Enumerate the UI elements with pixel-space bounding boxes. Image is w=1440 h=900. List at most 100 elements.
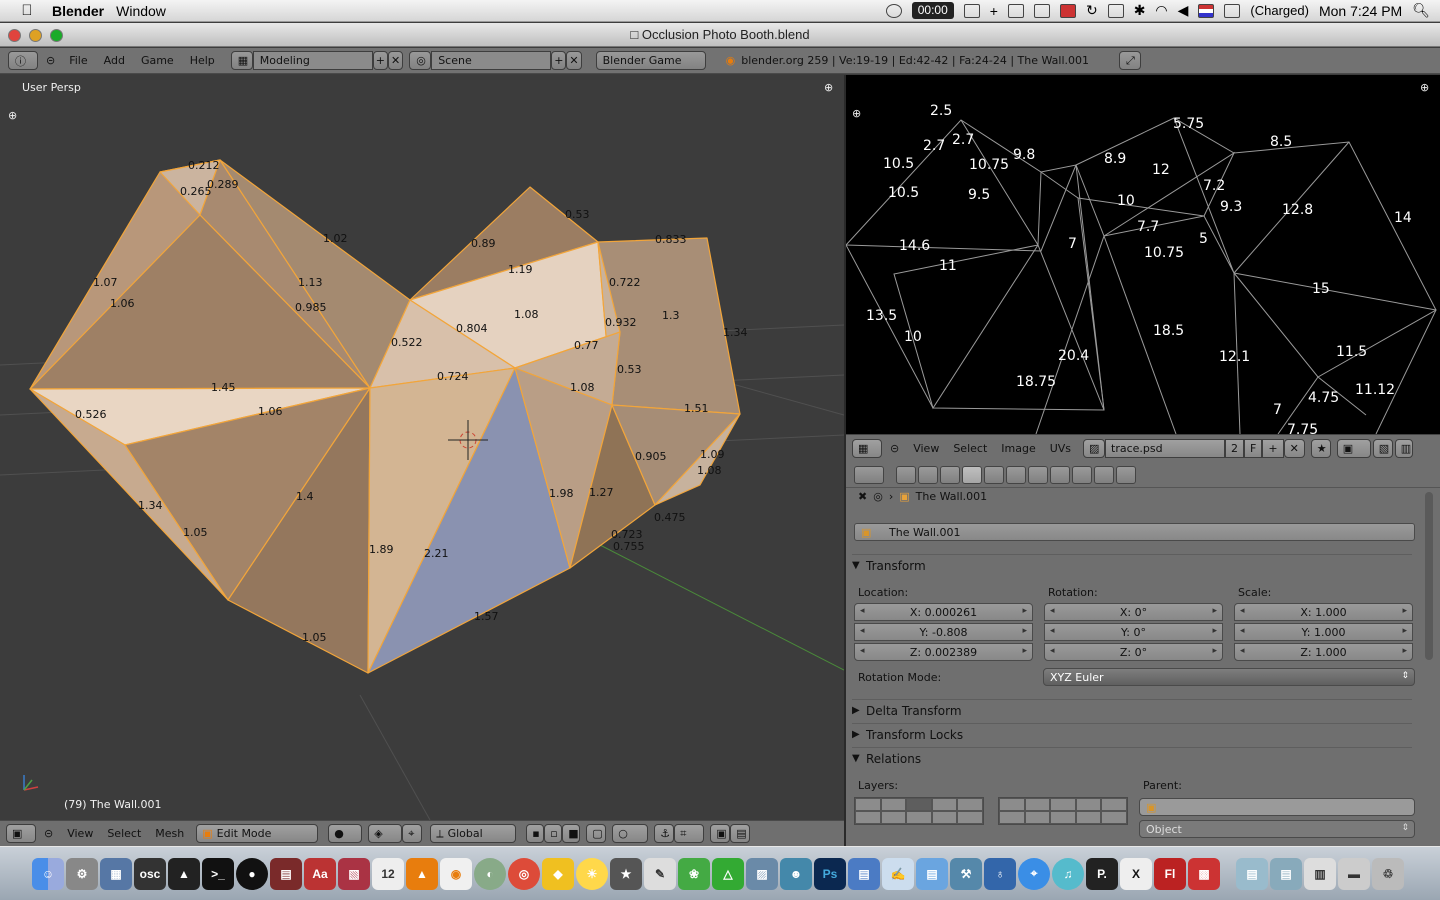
screen-layout-icon[interactable]: ▦ (230, 51, 253, 70)
fake-user-toggle[interactable]: F (1244, 439, 1263, 458)
finder-icon[interactable]: ☺ (32, 857, 64, 890)
applications-folder-icon[interactable]: ▤ (1270, 857, 1302, 890)
refresh-icon[interactable]: ↻ (1086, 2, 1098, 19)
bluetooth-icon[interactable]: ✱ (1134, 2, 1146, 19)
vertex-select-mode-icon[interactable]: ▪ (526, 824, 545, 843)
particles-tab-icon[interactable] (1094, 465, 1114, 484)
editor-type-properties-button[interactable] (854, 465, 884, 484)
render-engine-select[interactable]: Blender Game (595, 51, 706, 70)
image-name-field[interactable]: trace.psd (1105, 439, 1226, 458)
timer-display[interactable]: 00:00 (911, 2, 954, 19)
menu-view[interactable]: View (67, 827, 93, 840)
texture-tab-icon[interactable] (1072, 465, 1092, 484)
add-scene-button[interactable]: + (551, 51, 567, 70)
constraints-tab-icon[interactable] (984, 465, 1004, 484)
monitor-status-icon[interactable] (885, 3, 902, 18)
spotlight-search-icon[interactable]: 🔍︎ (1412, 2, 1430, 19)
pivot-point-select[interactable]: ◈ (368, 824, 403, 843)
osc-app-icon[interactable]: osc (134, 857, 166, 890)
menu-select[interactable]: Select (107, 827, 141, 840)
key-icon[interactable] (1007, 3, 1024, 18)
trash-icon[interactable]: ♲ (1372, 857, 1404, 890)
image-users-count[interactable]: 2 (1225, 439, 1245, 458)
weather-app-icon[interactable]: ☀ (576, 857, 608, 890)
instruments-icon[interactable]: △ (712, 857, 744, 890)
collapse-menu-icon[interactable]: ⊝ (46, 54, 55, 67)
screen-layout-field[interactable]: Modeling (252, 51, 373, 70)
scene-breadcrumb-icon[interactable]: ◎ (873, 490, 883, 503)
presentation-app-icon[interactable]: ▩ (1188, 857, 1220, 890)
menu-window[interactable]: Window (116, 3, 166, 19)
area-split-widget-icon[interactable]: ⊕ (1420, 81, 1429, 94)
calendar-icon[interactable]: 12 (372, 857, 404, 890)
render-opengl-icon[interactable]: ▣ (710, 824, 731, 843)
limit-selection-icon[interactable]: ▢ (586, 824, 607, 843)
object-name-field[interactable]: ▣ The Wall.001 (854, 523, 1415, 541)
fullscreen-toggle-icon[interactable]: ⤢ (1119, 51, 1142, 70)
green-app-icon[interactable]: ❀ (678, 857, 710, 890)
wifi-icon[interactable]: ◠ (1155, 2, 1167, 19)
data-tab-icon[interactable] (1028, 465, 1048, 484)
proportional-edit-select[interactable]: ○ (612, 824, 649, 843)
orientation-select[interactable]: ⟂ Global (430, 824, 517, 843)
battery-status[interactable]: (Charged) (1250, 3, 1309, 18)
editor-type-3d-button[interactable]: ▣ (6, 824, 36, 843)
remove-scene-button[interactable]: ✕ (566, 51, 582, 70)
add-icon[interactable]: + (990, 3, 998, 19)
film-app-icon[interactable]: ▤ (270, 857, 302, 890)
menu-file[interactable]: File (69, 54, 87, 67)
editor-type-image-button[interactable]: ▦ (852, 439, 882, 458)
inkscape-icon[interactable]: ▲ (168, 857, 200, 890)
folder-icon[interactable]: ▤ (916, 857, 948, 890)
menu-uvs[interactable]: UVs (1050, 442, 1071, 455)
material-tab-icon[interactable] (1050, 465, 1070, 484)
menu-view[interactable]: View (913, 442, 939, 455)
unlink-image-button[interactable]: ✕ (1283, 439, 1305, 458)
add-layout-button[interactable]: + (372, 51, 388, 70)
layers-grid-b[interactable] (998, 797, 1128, 825)
sync-uv-selection-icon[interactable]: ▧ (1372, 439, 1393, 458)
safari-icon[interactable]: ⌖ (1018, 857, 1050, 890)
layer-toggle[interactable] (1075, 811, 1102, 824)
area-split-widget-icon[interactable]: ⊕ (824, 81, 833, 94)
layer-toggle[interactable] (1075, 798, 1102, 811)
app-menu-blender[interactable]: Blender (52, 3, 104, 19)
layer-toggle[interactable] (880, 798, 907, 811)
object-tab-icon[interactable] (962, 465, 982, 484)
star-app-icon[interactable]: ★ (610, 857, 642, 890)
script-icon[interactable] (1033, 3, 1050, 18)
rotation-y-field[interactable]: ◂ Y: 0° ▸ (1044, 623, 1223, 641)
menu-image[interactable]: Image (1001, 442, 1035, 455)
3d-viewport[interactable]: 0.212 0.265 0.289 1.02 0.89 0.53 0.833 1.07 1.06… (0, 75, 844, 820)
edge-select-mode-icon[interactable]: ▫ (544, 824, 563, 843)
folder-app-icon[interactable]: ▤ (848, 857, 880, 890)
volume-icon[interactable]: ◀ (1178, 2, 1189, 19)
layer-toggle[interactable] (1024, 811, 1051, 824)
relations-panel-header[interactable]: ▼ Relations (852, 747, 1412, 769)
image-editor-canvas[interactable]: 2.5 2.7 2.7 10.5 10.75 9.8 8.9 5.75 8.5 12 10.5 9.5… (846, 75, 1440, 434)
vlc-icon[interactable]: ▲ (406, 857, 438, 890)
network-utility-icon[interactable]: ♁ (984, 857, 1016, 890)
person-app-icon[interactable]: ☻ (780, 857, 812, 890)
world-tab-icon[interactable] (940, 465, 960, 484)
dashboard-icon[interactable]: ▦ (100, 857, 132, 890)
processing-icon[interactable]: P. (1086, 857, 1118, 890)
terminal-icon[interactable]: >_ (202, 857, 234, 890)
clock[interactable]: Mon 7:24 PM (1319, 3, 1402, 19)
blender-app-icon[interactable]: ◉ (440, 857, 472, 890)
layer-toggle[interactable] (1024, 798, 1051, 811)
layers-grid-a[interactable] (854, 797, 984, 825)
layer-toggle[interactable] (880, 811, 907, 824)
apple-menu-icon[interactable]:  (12, 2, 42, 19)
browse-image-icon[interactable]: ▨ (1083, 439, 1106, 458)
scale-y-field[interactable]: ◂ Y: 1.000 ▸ (1234, 623, 1413, 641)
transform-panel-header[interactable]: ▼ Transform (852, 554, 1412, 576)
layer-toggle[interactable] (1101, 811, 1127, 824)
properties-scrollbar[interactable] (1425, 492, 1433, 660)
location-y-field[interactable]: ◂ Y: -0.808 ▸ (854, 623, 1033, 641)
collapse-menu-icon[interactable]: ⊝ (890, 442, 899, 455)
itunes-icon[interactable]: ♫ (1052, 857, 1084, 890)
chrome-icon[interactable]: ◎ (508, 857, 540, 890)
drive-icon[interactable]: ▬ (1338, 857, 1370, 890)
pivot-select[interactable]: ▣ (1336, 439, 1371, 458)
